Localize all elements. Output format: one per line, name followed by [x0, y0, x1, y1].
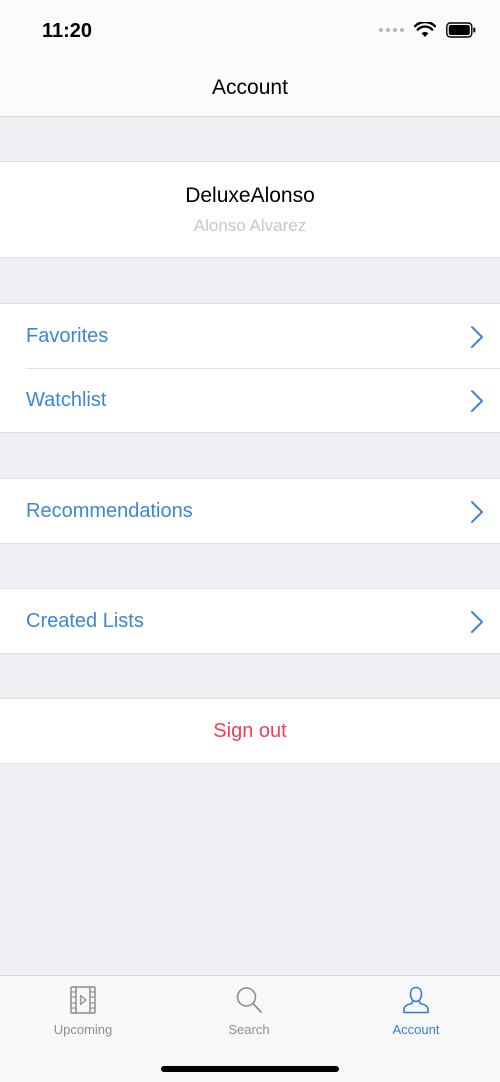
tab-upcoming-label: Upcoming [53, 1022, 113, 1037]
person-icon [403, 986, 429, 1014]
search-icon [236, 987, 262, 1013]
profile-username: DeluxeAlonso [185, 184, 315, 207]
chevron-right-icon [471, 611, 483, 633]
wifi-icon [414, 22, 436, 37]
profile-full-name: Alonso Alvarez [193, 216, 307, 235]
status-bar: 11:20 [0, 0, 500, 60]
film-icon [70, 986, 96, 1014]
page-title: Account [212, 76, 288, 99]
chevron-right-icon [471, 390, 483, 412]
recommendations-label: Recommendations [26, 499, 193, 522]
signal-icon [379, 28, 404, 32]
tab-account[interactable]: Account [356, 984, 476, 1044]
status-time: 11:20 [42, 20, 93, 42]
battery-icon [446, 22, 476, 38]
recommendations-row[interactable]: Recommendations [0, 479, 500, 543]
chevron-right-icon [471, 326, 483, 348]
lists-group: Created Lists [0, 588, 500, 654]
status-icons [379, 22, 476, 38]
created-lists-label: Created Lists [26, 609, 144, 632]
tab-search-label: Search [228, 1022, 270, 1037]
favorites-row[interactable]: Favorites [0, 304, 500, 368]
favorites-label: Favorites [26, 324, 109, 347]
sign-out-group: Sign out [0, 698, 500, 764]
account-screen: 11:20 Account DeluxeAlonso Alonso Alvare… [0, 0, 500, 1082]
recommendations-group: Recommendations [0, 478, 500, 544]
tab-search[interactable]: Search [189, 984, 309, 1044]
chevron-right-icon [471, 501, 483, 523]
sign-out-button[interactable]: Sign out [0, 699, 500, 763]
sign-out-label: Sign out [213, 719, 287, 742]
home-indicator[interactable] [161, 1066, 339, 1072]
library-group: Favorites Watchlist [0, 303, 500, 433]
watchlist-row[interactable]: Watchlist [0, 368, 500, 432]
navigation-bar: Account [0, 60, 500, 117]
tab-account-label: Account [392, 1022, 440, 1037]
tab-upcoming[interactable]: Upcoming [23, 984, 143, 1044]
profile-section: DeluxeAlonso Alonso Alvarez [0, 161, 500, 258]
created-lists-row[interactable]: Created Lists [0, 589, 500, 653]
watchlist-label: Watchlist [26, 388, 107, 411]
